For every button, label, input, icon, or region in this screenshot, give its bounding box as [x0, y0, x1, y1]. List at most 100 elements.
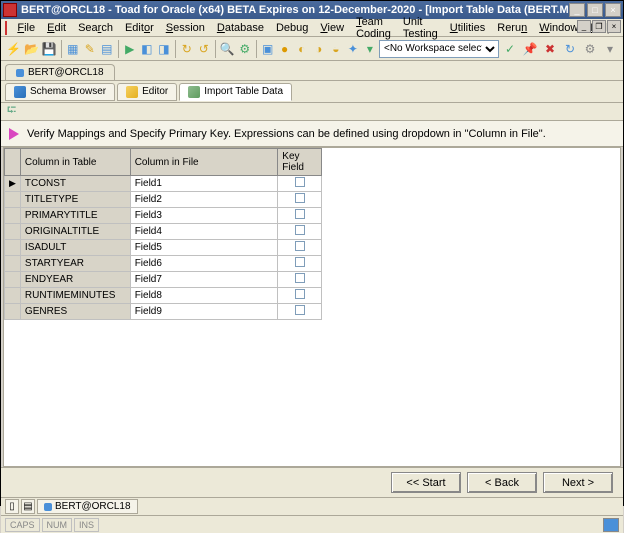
tab-schema-browser[interactable]: Schema Browser — [5, 83, 115, 101]
workspace-pin-icon[interactable]: 📌 — [521, 40, 539, 58]
toolbar-overflow-icon[interactable]: ▾ — [601, 40, 619, 58]
toggle-icon[interactable]: ◨ — [156, 40, 172, 58]
cell-key-field[interactable] — [278, 240, 322, 256]
key-checkbox[interactable] — [295, 177, 305, 187]
workspace-select[interactable]: <No Workspace selected> — [379, 40, 499, 58]
execute-icon[interactable]: ▶ — [122, 40, 138, 58]
key-checkbox[interactable] — [295, 289, 305, 299]
cell-key-field[interactable] — [278, 208, 322, 224]
table-row[interactable]: ENDYEARField7 — [5, 272, 322, 288]
cell-key-field[interactable] — [278, 256, 322, 272]
menu-team-coding[interactable]: Team Coding — [350, 16, 397, 40]
cell-column-in-table[interactable]: PRIMARYTITLE — [20, 208, 130, 224]
connection-tab[interactable]: BERT@ORCL18 — [5, 64, 115, 80]
table-row[interactable]: RUNTIMEMINUTESField8 — [5, 288, 322, 304]
tab-editor[interactable]: Editor — [117, 83, 177, 101]
cell-column-in-table[interactable]: GENRES — [20, 304, 130, 320]
cell-column-in-file[interactable]: Field9 — [130, 304, 278, 320]
cell-column-in-table[interactable]: RUNTIMEMINUTES — [20, 288, 130, 304]
mdi-close-button[interactable]: × — [607, 20, 621, 33]
menu-unit-testing[interactable]: Unit Testing — [397, 16, 444, 40]
back-button[interactable]: < Back — [467, 472, 537, 493]
cell-key-field[interactable] — [278, 224, 322, 240]
workspace-close-icon[interactable]: ✖ — [541, 40, 559, 58]
table-row[interactable]: PRIMARYTITLEField3 — [5, 208, 322, 224]
cell-column-in-table[interactable]: TITLETYPE — [20, 192, 130, 208]
menu-rerun[interactable]: Rerun — [491, 22, 533, 34]
cell-key-field[interactable] — [278, 176, 322, 192]
header-key-field[interactable]: Key Field — [278, 149, 322, 176]
cell-column-in-table[interactable]: ENDYEAR — [20, 272, 130, 288]
open-icon[interactable]: 📂 — [23, 40, 40, 58]
menu-editor[interactable]: Editor — [119, 22, 160, 34]
new-connection-icon[interactable]: ⚡ — [5, 40, 22, 58]
config-icon[interactable]: ⚙ — [237, 40, 253, 58]
cell-key-field[interactable] — [278, 192, 322, 208]
menu-utilities[interactable]: Utilities — [444, 22, 491, 34]
options-icon[interactable]: ▾ — [362, 40, 378, 58]
menu-database[interactable]: Database — [211, 22, 270, 34]
table-row[interactable]: GENRESField9 — [5, 304, 322, 320]
minimize-button[interactable]: _ — [569, 3, 585, 17]
format-icon[interactable]: ▣ — [260, 40, 276, 58]
compile-icon[interactable]: ◑ — [311, 40, 327, 58]
rebuild-icon[interactable]: ▤ — [99, 40, 115, 58]
search-icon[interactable]: 🔍 — [219, 40, 236, 58]
table-row[interactable]: STARTYEARField6 — [5, 256, 322, 272]
table-row[interactable]: ORIGINALTITLEField4 — [5, 224, 322, 240]
table-row[interactable]: ▶TCONSTField1 — [5, 176, 322, 192]
next-button[interactable]: Next > — [543, 472, 613, 493]
cell-key-field[interactable] — [278, 272, 322, 288]
cell-column-in-file[interactable]: Field4 — [130, 224, 278, 240]
mapping-grid[interactable]: Column in Table Column in File Key Field… — [3, 147, 621, 467]
cell-column-in-file[interactable]: Field3 — [130, 208, 278, 224]
key-checkbox[interactable] — [295, 241, 305, 251]
key-checkbox[interactable] — [295, 305, 305, 315]
cell-key-field[interactable] — [278, 288, 322, 304]
key-checkbox[interactable] — [295, 193, 305, 203]
mdi-restore-button[interactable]: ❐ — [592, 20, 606, 33]
pin-icon[interactable]: ⮓ — [7, 101, 16, 122]
mdi-minimize-button[interactable]: _ — [577, 20, 591, 33]
cell-column-in-file[interactable]: Field7 — [130, 272, 278, 288]
start-button[interactable]: << Start — [391, 472, 461, 493]
workspace-more-icon[interactable]: ⚙ — [581, 40, 599, 58]
automate-icon[interactable]: ✦ — [345, 40, 361, 58]
doc-tab-prev[interactable]: ▯ — [5, 499, 19, 514]
cell-column-in-file[interactable]: Field8 — [130, 288, 278, 304]
cell-column-in-table[interactable]: STARTYEAR — [20, 256, 130, 272]
cell-column-in-file[interactable]: Field1 — [130, 176, 278, 192]
close-button[interactable]: × — [605, 3, 621, 17]
editor-icon[interactable]: ✎ — [82, 40, 98, 58]
maximize-button[interactable]: □ — [587, 3, 603, 17]
tab-import-table-data[interactable]: Import Table Data — [179, 83, 292, 101]
cell-column-in-file[interactable]: Field6 — [130, 256, 278, 272]
menu-file[interactable]: File — [11, 22, 41, 34]
script-icon[interactable]: ◐ — [294, 40, 310, 58]
workspace-save-icon[interactable]: ✓ — [501, 40, 519, 58]
explain-icon[interactable]: ◧ — [139, 40, 155, 58]
doc-tab-list[interactable]: ▤ — [21, 499, 35, 514]
key-checkbox[interactable] — [295, 225, 305, 235]
key-checkbox[interactable] — [295, 257, 305, 267]
cell-column-in-table[interactable]: ORIGINALTITLE — [20, 224, 130, 240]
cell-column-in-file[interactable]: Field2 — [130, 192, 278, 208]
cell-key-field[interactable] — [278, 304, 322, 320]
table-row[interactable]: ISADULTField5 — [5, 240, 322, 256]
menu-debug[interactable]: Debug — [270, 22, 314, 34]
status-dropdown-icon[interactable] — [603, 518, 619, 532]
schema-browser-icon[interactable]: ▦ — [65, 40, 81, 58]
key-checkbox[interactable] — [295, 209, 305, 219]
menu-view[interactable]: View — [314, 22, 350, 34]
commit-icon[interactable]: ↻ — [179, 40, 195, 58]
header-column-in-file[interactable]: Column in File — [130, 149, 278, 176]
cell-column-in-table[interactable]: TCONST — [20, 176, 130, 192]
highlight-icon[interactable]: ● — [277, 40, 293, 58]
cell-column-in-table[interactable]: ISADULT — [20, 240, 130, 256]
doc-tab-connection[interactable]: BERT@ORCL18 — [37, 499, 138, 514]
trace-icon[interactable]: ◒ — [328, 40, 344, 58]
menu-session[interactable]: Session — [160, 22, 211, 34]
menu-edit[interactable]: Edit — [41, 22, 72, 34]
save-icon[interactable]: 💾 — [41, 40, 58, 58]
key-checkbox[interactable] — [295, 273, 305, 283]
